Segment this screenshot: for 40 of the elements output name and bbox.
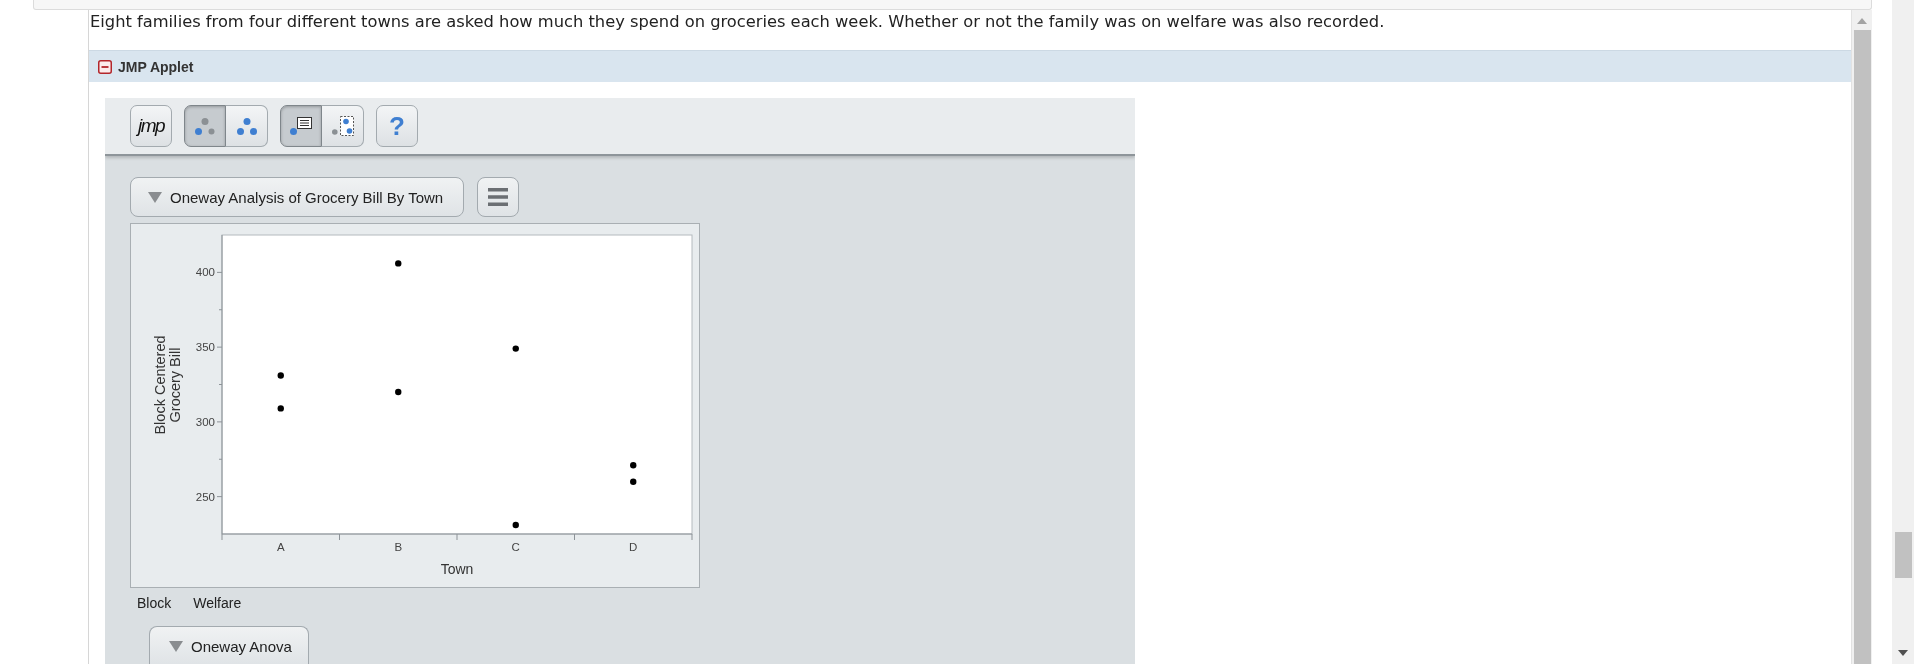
report-title-button[interactable]: Oneway Analysis of Grocery Bill By Town xyxy=(130,177,464,217)
data-point xyxy=(630,478,637,485)
y-tick-label: 400 xyxy=(195,266,215,279)
data-point xyxy=(277,405,284,412)
y-tick-label: 300 xyxy=(195,415,215,428)
subreport-title-button[interactable]: Oneway Anova xyxy=(149,626,309,664)
three-dots-icon xyxy=(236,117,257,135)
y-axis-title: Block Centered Grocery Bill xyxy=(153,334,183,437)
data-point xyxy=(512,345,519,352)
dashed-square-icon xyxy=(331,116,354,136)
jmp-logo-button[interactable]: jmp xyxy=(130,105,172,147)
dots-view-button[interactable] xyxy=(184,105,226,147)
x-tick-label: D xyxy=(629,541,638,553)
box-view-button[interactable] xyxy=(322,105,364,147)
section-title: JMP Applet xyxy=(118,58,194,75)
x-tick-label: B xyxy=(394,541,403,553)
document-icon xyxy=(290,117,312,135)
data-point xyxy=(277,372,284,379)
data-point xyxy=(630,462,637,469)
menu-icon xyxy=(488,188,508,206)
y-tick-label: 250 xyxy=(195,490,215,503)
variable-label: Block xyxy=(137,595,172,611)
report-view-button[interactable] xyxy=(280,105,322,147)
scroll-down-arrow-icon[interactable] xyxy=(1898,650,1908,656)
data-point xyxy=(512,521,519,529)
data-point xyxy=(395,388,402,396)
x-tick-label: C xyxy=(511,541,520,553)
three-dots-icon xyxy=(195,117,215,135)
data-point xyxy=(395,260,402,267)
x-axis-title: Town xyxy=(440,561,474,577)
intro-text: Eight families from four different towns are asked how much they spend on groceries each week. Whether or not the family was on welfare was also recorded. xyxy=(89,11,1386,33)
scrollbar-thumb[interactable] xyxy=(1894,532,1912,578)
y-tick-label: 350 xyxy=(195,341,215,354)
menu-button[interactable] xyxy=(477,177,519,217)
scroll-up-arrow-icon[interactable] xyxy=(1857,18,1867,24)
section-header-bar[interactable]: JMP Applet xyxy=(89,50,1851,82)
dots-view-button[interactable] xyxy=(226,105,268,147)
x-tick-label: A xyxy=(276,541,285,553)
scrollbar-thumb[interactable] xyxy=(1853,30,1871,664)
variable-label: Welfare xyxy=(193,595,242,611)
